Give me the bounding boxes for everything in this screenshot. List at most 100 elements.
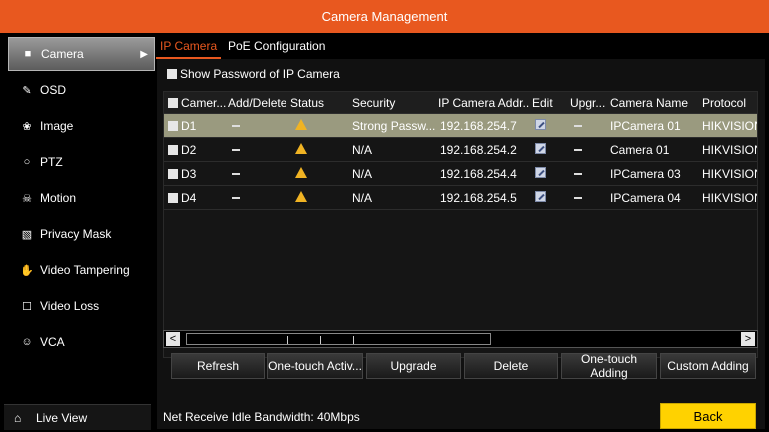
upgrade-button[interactable]: Upgrade [366, 353, 461, 379]
ip-camera-table: Camer... Add/Delete Status Security IP C… [163, 91, 758, 358]
warning-icon [295, 119, 307, 133]
table-row[interactable]: D2 N/A 192.168.254.2 Camera 01 HIKVISION [164, 138, 758, 162]
custom-adding-button[interactable]: Custom Adding [660, 353, 756, 379]
refresh-button[interactable]: Refresh [171, 353, 265, 379]
image-icon: ❀ [22, 120, 32, 133]
row-checkbox[interactable] [168, 121, 178, 131]
column-header-upgrade[interactable]: Upgr... [570, 96, 606, 110]
live-view-label: Live View [36, 410, 88, 425]
table-row[interactable]: D3 N/A 192.168.254.4 IPCamera 03 HIKVISI… [164, 162, 758, 186]
ip-address-cell: 192.168.254.7 [440, 119, 517, 133]
sidebar-item-vca[interactable]: ☺ VCA [8, 325, 155, 359]
camera-id: D2 [181, 143, 197, 157]
column-header-add-delete[interactable]: Add/Delete [228, 96, 286, 110]
edit-icon[interactable] [535, 167, 546, 181]
sidebar-item-video-tampering[interactable]: ✋ Video Tampering [8, 253, 155, 287]
one-touch-activate-button[interactable]: One-touch Activ... [267, 353, 363, 379]
warning-icon [295, 143, 307, 157]
column-header-camera-name[interactable]: Camera Name [610, 96, 696, 110]
bandwidth-status: Net Receive Idle Bandwidth: 40Mbps [163, 410, 360, 424]
add-delete-dash[interactable] [232, 143, 240, 157]
add-delete-dash[interactable] [232, 167, 240, 181]
security-cell: N/A [352, 143, 373, 157]
sidebar-item-ptz[interactable]: ○ PTZ [8, 145, 155, 179]
video-loss-icon: ☐ [22, 300, 32, 313]
column-header-status[interactable]: Status [290, 96, 350, 110]
sidebar-item-label: PTZ [40, 155, 63, 169]
sidebar-item-label: Camera [41, 47, 84, 61]
security-cell: N/A [352, 167, 373, 181]
camera-icon: ■ [24, 48, 32, 60]
warning-icon [295, 167, 307, 181]
home-icon: ⌂ [14, 410, 22, 425]
ptz-icon: ○ [23, 156, 31, 168]
protocol-cell: HIKVISION [702, 191, 758, 205]
row-checkbox[interactable] [168, 169, 178, 179]
osd-icon: ✎ [22, 84, 32, 97]
back-button[interactable]: Back [660, 403, 756, 429]
ip-address-cell: 192.168.254.4 [440, 167, 517, 181]
tab-poe-configuration[interactable]: PoE Configuration [228, 39, 325, 53]
sidebar-item-image[interactable]: ❀ Image [8, 109, 155, 143]
show-password-checkbox[interactable]: Show Password of IP Camera [167, 67, 340, 81]
ip-address-cell: 192.168.254.2 [440, 143, 517, 157]
privacy-mask-icon: ▧ [21, 228, 33, 241]
add-delete-dash[interactable] [232, 191, 240, 205]
column-header-ip-address[interactable]: IP Camera Addr... [438, 96, 530, 110]
upgrade-dash [574, 191, 582, 205]
edit-icon[interactable] [535, 191, 546, 205]
show-password-label: Show Password of IP Camera [180, 67, 340, 81]
table-row[interactable]: D1 Strong Passw... 192.168.254.7 IPCamer… [164, 114, 758, 138]
scrollbar-thumb[interactable] [186, 333, 491, 345]
camera-name-cell: IPCamera 01 [610, 119, 681, 133]
row-checkbox[interactable] [168, 193, 178, 203]
select-all-checkbox[interactable] [168, 98, 178, 108]
tab-ip-camera[interactable]: IP Camera [155, 39, 222, 59]
camera-id: D4 [181, 191, 197, 205]
row-checkbox[interactable] [168, 145, 178, 155]
protocol-cell: HIKVISION [702, 167, 758, 181]
security-cell: N/A [352, 191, 373, 205]
sidebar-item-label: OSD [40, 83, 67, 97]
warning-icon [295, 191, 307, 205]
scroll-left-button[interactable]: < [166, 332, 180, 346]
live-view-button[interactable]: ⌂ Live View [4, 404, 151, 430]
security-cell: Strong Passw... [352, 119, 436, 133]
column-header-security[interactable]: Security [352, 96, 436, 110]
one-touch-adding-button[interactable]: One-touch Adding [561, 352, 657, 380]
camera-id: D3 [181, 167, 197, 181]
table-header: Camer... Add/Delete Status Security IP C… [164, 92, 757, 114]
camera-name-cell: IPCamera 04 [610, 191, 681, 205]
sidebar-item-video-loss[interactable]: ☐ Video Loss [8, 289, 155, 323]
edit-icon[interactable] [535, 143, 546, 157]
delete-button[interactable]: Delete [464, 353, 558, 379]
upgrade-dash [574, 143, 582, 157]
table-row[interactable]: D4 N/A 192.168.254.5 IPCamera 04 HIKVISI… [164, 186, 758, 210]
sidebar-item-privacy-mask[interactable]: ▧ Privacy Mask [8, 217, 155, 251]
upgrade-dash [574, 167, 582, 181]
column-header-protocol[interactable]: Protocol [702, 96, 757, 110]
chevron-right-icon: ▶ [140, 48, 148, 60]
upgrade-dash [574, 119, 582, 133]
sidebar-item-osd[interactable]: ✎ OSD [8, 73, 155, 107]
horizontal-scrollbar[interactable]: < > [163, 330, 758, 348]
motion-icon: ☠ [22, 192, 32, 205]
tab-bar: IP Camera PoE Configuration [155, 33, 765, 59]
add-delete-dash[interactable] [232, 119, 240, 133]
column-header-edit[interactable]: Edit [532, 96, 566, 110]
sidebar-item-motion[interactable]: ☠ Motion [8, 181, 155, 215]
edit-icon[interactable] [535, 119, 546, 133]
sidebar-item-camera[interactable]: ■ Camera ▶ [8, 37, 155, 71]
column-header-camera[interactable]: Camer... [168, 96, 226, 110]
camera-name-cell: Camera 01 [610, 143, 670, 157]
main-panel: IP Camera PoE Configuration Show Passwor… [155, 33, 765, 429]
sidebar-item-label: VCA [40, 335, 65, 349]
sidebar-item-label: Motion [40, 191, 77, 205]
protocol-cell: HIKVISION [702, 143, 758, 157]
checkbox-icon [167, 69, 177, 79]
sidebar-item-label: Privacy Mask [40, 227, 112, 241]
scroll-right-button[interactable]: > [741, 332, 755, 346]
sidebar-item-label: Video Loss [40, 299, 100, 313]
ip-address-cell: 192.168.254.5 [440, 191, 517, 205]
protocol-cell: HIKVISION [702, 119, 758, 133]
